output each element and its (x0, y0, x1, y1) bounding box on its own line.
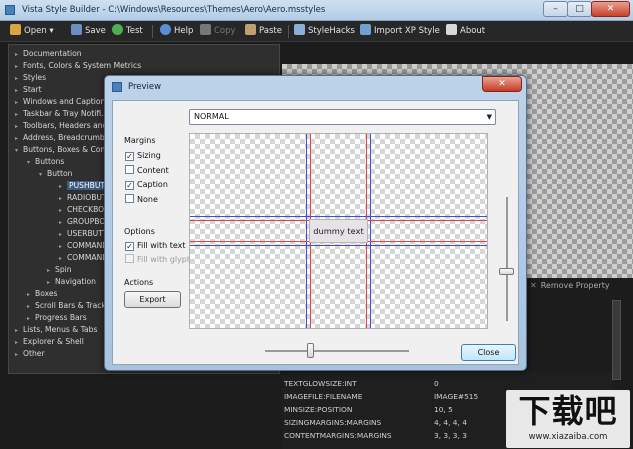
preview-icon (112, 82, 122, 92)
tree-item[interactable]: ▸ Progress Bars (27, 312, 87, 324)
help-icon (160, 24, 171, 35)
tree-item[interactable]: ▸ Windows and Captions (15, 96, 109, 108)
dummy-text: dummy text (313, 226, 364, 236)
checkbox-icon: ✓ (125, 152, 134, 161)
horizontal-slider-thumb[interactable] (307, 343, 314, 358)
remove-icon: ✕ (530, 281, 537, 290)
title-bar: Vista Style Builder - C:\Windows\Resourc… (0, 0, 633, 21)
sizing-guide-right (370, 134, 371, 328)
tree-item[interactable]: ▾ Button (39, 168, 72, 180)
tree-item[interactable]: ▸ Documentation (15, 48, 82, 60)
close-dialog-button[interactable]: Close (461, 344, 516, 361)
tree-item[interactable]: ▾ Buttons (27, 156, 64, 168)
stylehacks-button[interactable]: StyleHacks (294, 24, 355, 39)
remove-property-button[interactable]: ✕ Remove Property (530, 279, 630, 293)
toolbar: Open ▾ Save Test Help Copy Paste StyleHa… (0, 21, 633, 42)
watermark-logo: 下载吧 www.xiazaiba.com (506, 390, 630, 448)
checkbox-icon (125, 194, 134, 203)
save-icon (71, 24, 82, 35)
import-xp-style-button[interactable]: Import XP Style (360, 24, 440, 39)
preview-canvas: dummy text (189, 133, 488, 329)
stylehacks-icon (294, 24, 305, 35)
dialog-title-bar[interactable]: Preview ✕ (105, 76, 526, 98)
tree-item[interactable]: ▸ CHECKBOX (59, 204, 109, 216)
tree-item[interactable]: ▸ Explorer & Shell (15, 336, 84, 348)
chevron-down-icon: ▼ (486, 113, 492, 121)
copy-button[interactable]: Copy (200, 24, 236, 39)
watermark-url: www.xiazaiba.com (528, 432, 608, 442)
import-icon (360, 24, 371, 35)
options-label: Options (124, 227, 155, 236)
none-checkbox[interactable]: None (125, 194, 158, 206)
sizing-guide-top (190, 216, 487, 217)
toolbar-separator (288, 25, 289, 38)
save-button[interactable]: Save (71, 24, 106, 39)
fill-with-text-checkbox[interactable]: ✓ Fill with text (125, 240, 186, 252)
dialog-title: Preview (128, 82, 162, 92)
tree-item[interactable]: ▸ Boxes (27, 288, 58, 300)
tree-item[interactable]: ▾ Buttons, Boxes & Con... (15, 144, 112, 156)
maximize-button[interactable]: □ (567, 1, 592, 17)
folder-icon (10, 24, 21, 35)
preview-dialog: Preview ✕ NORMAL ▼ Margins ✓ Sizing Conte… (104, 75, 527, 371)
tree-item[interactable]: ▸ GROUPBOX (59, 216, 110, 228)
tree-item[interactable]: ▸ Other (15, 348, 45, 360)
vertical-zoom-slider[interactable] (506, 197, 508, 321)
sizing-guide-left (306, 134, 307, 328)
tree-item[interactable]: ▸ Styles (15, 72, 46, 84)
tree-item[interactable]: ▸ Taskbar & Tray Notifi... (15, 108, 108, 120)
tree-item[interactable]: ▸ Fonts, Colors & System Metrics (15, 60, 141, 72)
minimize-button[interactable]: – (543, 1, 568, 17)
paste-icon (245, 24, 256, 35)
tree-item[interactable]: ▸ Start (15, 84, 42, 96)
close-button[interactable]: ✕ (591, 1, 630, 17)
checkbox-icon (125, 165, 134, 174)
sizing-guide-bottom (190, 245, 487, 246)
actions-label: Actions (124, 278, 154, 287)
open-button[interactable]: Open ▾ (10, 24, 54, 39)
checkbox-icon: ✓ (125, 242, 134, 251)
help-button[interactable]: Help (160, 24, 193, 39)
window-title: Vista Style Builder - C:\Windows\Resourc… (22, 5, 326, 15)
tree-item[interactable]: ▸ Toolbars, Headers and... (15, 120, 115, 132)
export-button[interactable]: Export (124, 291, 181, 308)
state-select[interactable]: NORMAL ▼ (189, 109, 496, 125)
dialog-body: NORMAL ▼ Margins ✓ Sizing Content ✓ Captio… (112, 100, 519, 365)
dialog-close-button[interactable]: ✕ (482, 76, 522, 92)
expander-icon[interactable]: ▾ (39, 169, 47, 181)
checkbox-icon: ✓ (125, 181, 134, 190)
paste-button[interactable]: Paste (245, 24, 282, 39)
expander-icon[interactable]: ▾ (15, 145, 23, 157)
copy-icon (200, 24, 211, 35)
expander-icon[interactable]: ▸ (15, 349, 23, 361)
tree-item[interactable]: ▸ Lists, Menus & Tabs (15, 324, 97, 336)
sizing-checkbox[interactable]: ✓ Sizing (125, 150, 161, 162)
properties-scrollbar[interactable] (612, 300, 621, 380)
about-button[interactable]: About (446, 24, 485, 39)
property-row[interactable]: TEXTGLOWSIZE:INT 0 (284, 378, 604, 390)
app-icon (5, 5, 15, 15)
content-checkbox[interactable]: Content (125, 165, 169, 177)
checkbox-icon (125, 254, 134, 263)
toolbar-separator (152, 25, 153, 38)
play-icon (112, 24, 123, 35)
tree-item[interactable]: ▸ Address, Breadcrumb... (15, 132, 112, 144)
caption-checkbox[interactable]: ✓ Caption (125, 179, 168, 191)
watermark-title: 下载吧 (518, 392, 618, 430)
tree-item[interactable]: ▸ Spin (47, 264, 72, 276)
margins-label: Margins (124, 136, 156, 145)
vertical-slider-thumb[interactable] (499, 268, 514, 275)
about-icon (446, 24, 457, 35)
expander-icon[interactable]: ▾ (27, 157, 35, 169)
fill-with-glyph-checkbox[interactable]: Fill with glyph (125, 254, 192, 266)
tree-item[interactable]: ▸ Navigation (47, 276, 96, 288)
test-button[interactable]: Test (112, 24, 143, 39)
horizontal-zoom-slider[interactable] (265, 350, 409, 352)
